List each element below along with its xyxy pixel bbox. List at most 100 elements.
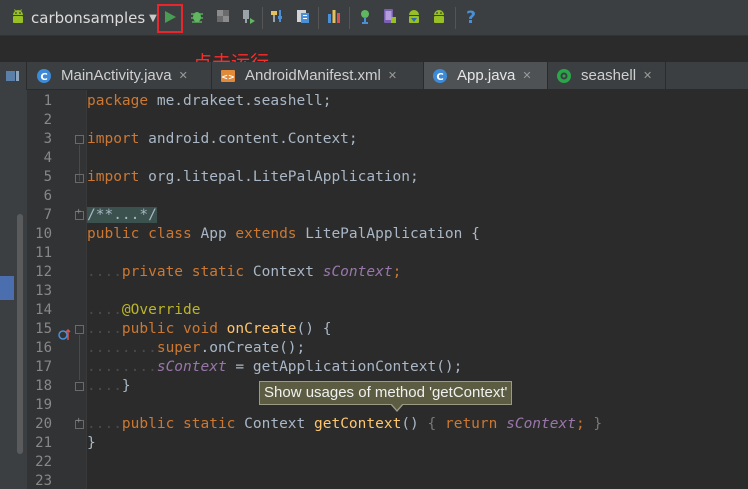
device-monitor-icon — [357, 8, 373, 28]
line-number: 16 — [35, 340, 52, 356]
toolbar-separator — [455, 7, 456, 29]
chevron-down-icon: ▼ — [149, 12, 157, 24]
tools-icon — [270, 8, 286, 28]
help-button[interactable]: ? — [461, 8, 481, 28]
structure-button[interactable] — [324, 8, 344, 28]
attach-debugger-icon — [240, 8, 256, 28]
device-monitor-button[interactable] — [355, 8, 375, 28]
line-number: 5 — [43, 169, 52, 185]
line-number: 17 — [35, 359, 52, 375]
override-method-icon[interactable] — [58, 326, 71, 340]
debug-bug-icon — [189, 8, 205, 28]
line-number: 13 — [35, 283, 52, 299]
sdk-manager-icon — [295, 8, 311, 28]
line-number: 19 — [35, 397, 52, 413]
code-line-16: ........super.onCreate(); — [87, 340, 306, 356]
tab-label: seashell — [581, 67, 637, 84]
line-number: 14 — [35, 302, 52, 318]
svg-text:C: C — [436, 72, 443, 83]
code-line-14: ....@Override — [87, 302, 201, 318]
line-number: 20 — [35, 416, 52, 432]
close-icon[interactable]: ✕ — [522, 69, 531, 82]
android-icon — [10, 8, 26, 28]
fold-marker[interactable] — [75, 174, 84, 183]
main-toolbar: carbonsamples ▼ ? — [0, 0, 748, 36]
panel-toggle-icon — [6, 71, 19, 81]
line-number: 22 — [35, 454, 52, 470]
code-line-5: import org.litepal.LitePalApplication; — [87, 169, 419, 185]
code-line-18: ....} — [87, 378, 131, 394]
fold-expand-marker[interactable] — [75, 207, 84, 220]
run-configuration-select[interactable]: carbonsamples ▼ — [6, 7, 158, 29]
coverage-icon — [215, 8, 231, 28]
code-line-15: ....public void onCreate() { — [87, 321, 332, 337]
code-line-10: public class App extends LitePalApplicat… — [87, 226, 480, 242]
toolbar-separator — [349, 7, 350, 29]
line-number: 4 — [43, 150, 52, 166]
project-panel-toggle[interactable] — [0, 62, 27, 90]
close-icon[interactable]: ✕ — [643, 69, 652, 82]
line-number: 3 — [43, 131, 52, 147]
line-number: 12 — [35, 264, 52, 280]
toolbar-separator — [318, 7, 319, 29]
fold-guide — [79, 335, 80, 380]
sync-gradle-button[interactable] — [404, 8, 424, 28]
svg-text:<>: <> — [221, 72, 234, 81]
usages-tooltip: Show usages of method 'getContext' — [259, 381, 513, 405]
run-configuration-label: carbonsamples — [31, 9, 146, 27]
coverage-button[interactable] — [213, 8, 233, 28]
debug-button[interactable] — [187, 8, 207, 28]
tab-seashell[interactable]: seashell ✕ — [548, 62, 666, 89]
line-number: 21 — [35, 435, 52, 451]
fold-marker[interactable] — [75, 325, 84, 334]
play-icon — [163, 9, 177, 28]
code-line-12: ....private static Context sContext; — [87, 264, 402, 280]
tab-label: AndroidManifest.xml — [245, 67, 381, 84]
tab-androidmanifest[interactable]: <> AndroidManifest.xml ✕ — [212, 62, 424, 89]
avd-manager-button[interactable] — [379, 8, 399, 28]
gradle-icon — [556, 68, 572, 84]
attach-debugger-button[interactable] — [238, 8, 258, 28]
project-structure-button[interactable] — [268, 8, 288, 28]
tab-label: App.java — [457, 67, 516, 84]
line-number: 18 — [35, 378, 52, 394]
code-line-17: ........sContext = getApplicationContext… — [87, 359, 463, 375]
fold-marker[interactable] — [75, 382, 84, 391]
selected-marker — [0, 276, 14, 300]
code-line-21: } — [87, 435, 96, 451]
line-number: 15 — [35, 321, 52, 337]
xml-icon: <> — [220, 68, 236, 84]
android-sync-icon — [406, 8, 422, 28]
line-number: 6 — [43, 188, 52, 204]
line-number: 11 — [35, 245, 52, 261]
tab-app[interactable]: C App.java ✕ — [424, 62, 548, 89]
close-icon[interactable]: ✕ — [179, 69, 188, 82]
fold-marker[interactable] — [75, 135, 84, 144]
editor-tabs: C MainActivity.java ✕ <> AndroidManifest… — [0, 62, 748, 90]
close-icon[interactable]: ✕ — [388, 69, 397, 82]
android-icon — [431, 8, 447, 28]
android-monitor-button[interactable] — [429, 8, 449, 28]
folded-comment[interactable]: /**...*/ — [87, 207, 157, 223]
left-tool-strip — [0, 90, 27, 489]
line-number-gutter: 1 2 3 4 5 6 7 10 11 12 13 14 15 16 17 18… — [27, 90, 87, 489]
scrollbar-thumb[interactable] — [17, 214, 23, 454]
code-editor[interactable]: package me.drakeet.seashell; import andr… — [87, 90, 748, 489]
tab-label: MainActivity.java — [61, 67, 172, 84]
run-button[interactable] — [157, 4, 183, 33]
fold-expand-marker[interactable] — [75, 416, 84, 429]
code-line-3: import android.content.Context; — [87, 131, 358, 147]
code-line-7: /**...*/ — [87, 206, 157, 225]
java-class-icon: C — [36, 68, 52, 84]
tab-mainactivity[interactable]: C MainActivity.java ✕ — [28, 62, 212, 89]
line-number: 23 — [35, 473, 52, 489]
svg-text:C: C — [40, 72, 47, 83]
sdk-manager-button[interactable] — [293, 8, 313, 28]
line-number: 2 — [43, 112, 52, 128]
code-line-1: package me.drakeet.seashell; — [87, 93, 332, 109]
line-number: 1 — [43, 93, 52, 109]
java-class-icon: C — [432, 68, 448, 84]
avd-phone-icon — [381, 8, 397, 28]
line-number: 7 — [43, 207, 52, 223]
bar-chart-icon — [326, 8, 342, 28]
